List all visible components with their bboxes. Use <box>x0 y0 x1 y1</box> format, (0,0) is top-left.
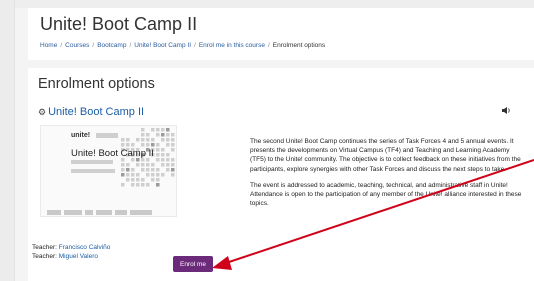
annotation-arrow <box>212 159 534 270</box>
